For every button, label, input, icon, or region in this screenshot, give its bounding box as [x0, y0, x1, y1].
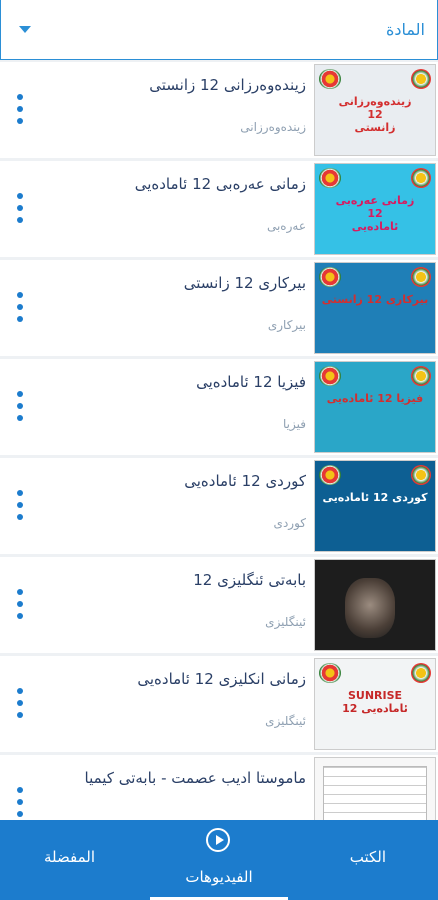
video-title: ماموستا ادیب عصمت - بابەتی کیمیا — [84, 769, 307, 787]
more-options-icon[interactable] — [12, 589, 28, 619]
thumbnail-image: SUNRISE 12 ئامادەیی — [315, 659, 435, 749]
sun-emblem-icon — [411, 168, 431, 188]
thumbnail-image: زیندەوەرزانی 12 زانستی — [315, 65, 435, 155]
thumbnail-image — [315, 560, 435, 650]
seal-logo-icon — [319, 168, 341, 188]
seal-logo-icon — [319, 267, 341, 287]
nav-favorites-tab[interactable]: المفضلة — [44, 848, 95, 866]
video-category: فیزیا — [283, 417, 306, 431]
sun-emblem-icon — [411, 69, 431, 89]
video-thumbnail[interactable]: SUNRISE 12 ئامادەیی — [314, 658, 436, 750]
video-title: زیندەوەرزانی 12 زانستی — [149, 76, 306, 94]
seal-logo-icon — [319, 366, 341, 386]
thumbnail-caption: زیندەوەرزانی 12 زانستی — [338, 95, 412, 134]
video-list: زیندەوەرزانی 12 زانستی زیندەوەرزانی 12 زا… — [0, 62, 438, 854]
video-thumbnail[interactable]: بیرکاری 12 زانستی — [314, 262, 436, 354]
more-options-icon[interactable] — [12, 391, 28, 421]
video-list-item[interactable]: زیندەوەرزانی 12 زانستی زیندەوەرزانی 12 زا… — [0, 62, 438, 158]
video-title: بیرکاری 12 زانستی — [183, 274, 306, 292]
seal-logo-icon — [319, 663, 341, 683]
thumbnail-caption: بیرکاری 12 زانستی — [321, 293, 429, 306]
movie-still-face — [345, 578, 395, 638]
thumbnail-image: کوردی 12 ئامادەیی — [315, 461, 435, 551]
thumbnail-image: زمانی عەرەبی 12 ئامادەیی — [315, 164, 435, 254]
seal-logo-icon — [319, 69, 341, 89]
chevron-down-icon — [19, 26, 31, 33]
video-title: بابەتی ئنگلیزی 12 — [193, 571, 306, 589]
video-thumbnail[interactable]: کوردی 12 ئامادەیی — [314, 460, 436, 552]
video-list-item[interactable]: فیزیا 12 ئامادەیی فیزیا 12 ئامادەیی فیزیا — [0, 359, 438, 455]
video-category: بیرکاری — [267, 318, 306, 332]
nav-books-tab[interactable]: الكتب — [350, 848, 386, 866]
video-list-item[interactable]: بابەتی ئنگلیزی 12 ئینگلیزی — [0, 557, 438, 653]
bottom-navigation: الكتب الفيديوهات المفضلة — [0, 820, 438, 900]
sun-emblem-icon — [411, 465, 431, 485]
more-options-icon[interactable] — [12, 292, 28, 322]
more-options-icon[interactable] — [12, 193, 28, 223]
video-thumbnail[interactable]: فیزیا 12 ئامادەیی — [314, 361, 436, 453]
subject-dropdown[interactable]: المادة — [0, 0, 438, 60]
thumbnail-image: فیزیا 12 ئامادەیی — [315, 362, 435, 452]
thumbnail-caption: کوردی 12 ئامادەیی — [322, 491, 428, 504]
sun-emblem-icon — [411, 267, 431, 287]
video-thumbnail[interactable]: زمانی عەرەبی 12 ئامادەیی — [314, 163, 436, 255]
video-category: کوردی — [273, 516, 306, 530]
seal-logo-icon — [319, 465, 341, 485]
video-title: فیزیا 12 ئامادەیی — [196, 373, 306, 391]
sun-emblem-icon — [411, 366, 431, 386]
video-title: کوردی 12 ئامادەیی — [184, 472, 306, 490]
video-list-item[interactable]: بیرکاری 12 زانستی بیرکاری 12 زانستی بیرکار… — [0, 260, 438, 356]
more-options-icon[interactable] — [12, 94, 28, 124]
nav-videos-tab[interactable]: الفيديوهات — [0, 868, 438, 886]
video-category: زیندەوەرزانی — [240, 120, 306, 134]
play-circle-icon[interactable] — [206, 828, 230, 852]
video-category: ئینگلیزی — [265, 714, 306, 728]
video-title: زمانی عەرەبی 12 ئامادەیی — [134, 175, 306, 193]
video-category: ئینگلیزی — [265, 615, 306, 629]
video-list-item[interactable]: کوردی 12 ئامادەیی کوردی 12 ئامادەیی کوردی — [0, 458, 438, 554]
video-thumbnail[interactable]: زیندەوەرزانی 12 زانستی — [314, 64, 436, 156]
sun-emblem-icon — [411, 663, 431, 683]
subject-dropdown-label: المادة — [386, 20, 425, 39]
more-options-icon[interactable] — [12, 688, 28, 718]
video-title: زمانی انکلیزی 12 ئامادەیی — [137, 670, 306, 688]
video-list-item[interactable]: SUNRISE 12 ئامادەیی زمانی انکلیزی 12 ئاما… — [0, 656, 438, 752]
thumbnail-image: بیرکاری 12 زانستی — [315, 263, 435, 353]
video-list-item[interactable]: زمانی عەرەبی 12 ئامادەیی زمانی عەرەبی 12 … — [0, 161, 438, 257]
more-options-icon[interactable] — [12, 787, 28, 817]
more-options-icon[interactable] — [12, 490, 28, 520]
thumbnail-caption: SUNRISE 12 ئامادەیی — [342, 689, 408, 715]
thumbnail-caption: زمانی عەرەبی 12 ئامادەیی — [335, 194, 415, 233]
video-thumbnail[interactable] — [314, 559, 436, 651]
video-category: عەرەبی — [266, 219, 306, 233]
thumbnail-caption: فیزیا 12 ئامادەیی — [326, 392, 424, 405]
